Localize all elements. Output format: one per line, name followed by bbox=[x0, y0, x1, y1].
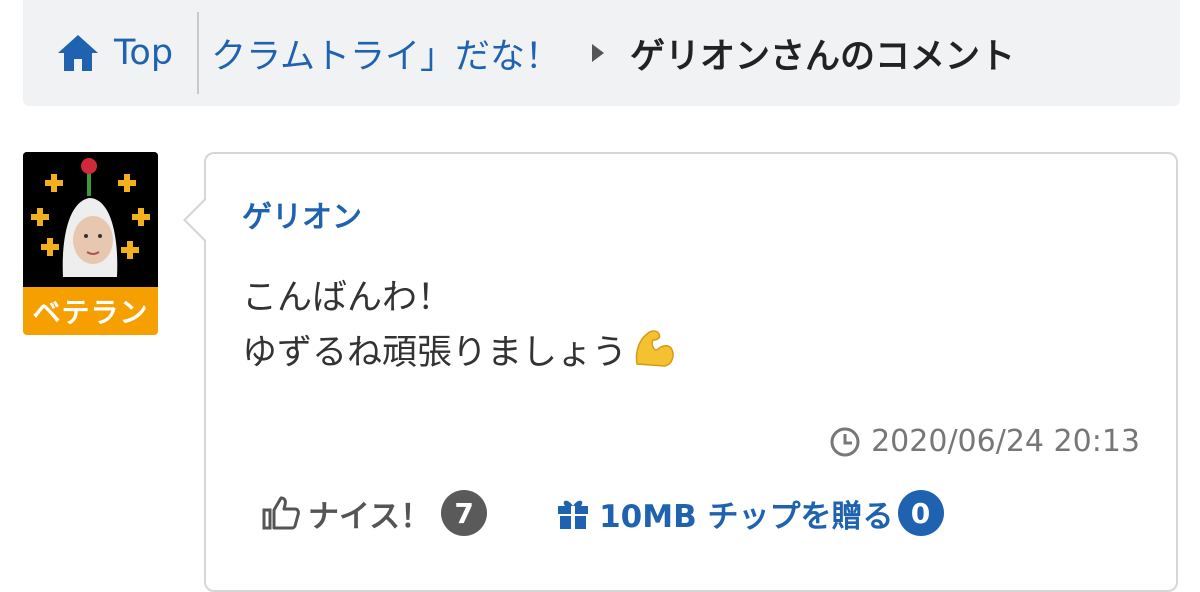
clock-icon bbox=[830, 427, 860, 456]
send-tip-button[interactable]: 10MB チップを贈る 0 bbox=[555, 490, 944, 536]
home-icon bbox=[58, 35, 98, 71]
flexed-biceps-icon bbox=[635, 330, 674, 367]
home-link[interactable]: Top bbox=[56, 33, 173, 73]
user-avatar-card[interactable]: ベテラン bbox=[23, 152, 158, 335]
bubble-tail bbox=[183, 197, 207, 243]
comment-line: こんばんわ！ bbox=[242, 278, 453, 318]
comment-timestamp: 2020/06/24 20:13 bbox=[829, 424, 1140, 459]
comment-bubble: ゲリオン こんばんわ！ ゆずるね頑張りましょう 2020/06/24 20:13… bbox=[183, 152, 1178, 592]
nice-label: ナイス！ bbox=[308, 498, 432, 535]
breadcrumb-current-page: ゲリオンさんのコメント bbox=[630, 36, 1016, 77]
tip-label: 10MB チップを贈る bbox=[599, 498, 894, 535]
gift-icon bbox=[558, 500, 589, 529]
avatar-image bbox=[23, 152, 158, 287]
tip-count-badge: 0 bbox=[897, 490, 944, 536]
breadcrumb-thread-link[interactable]: クラムトライ」だな！ bbox=[211, 28, 560, 79]
nice-button[interactable]: ナイス！ 7 bbox=[262, 490, 488, 536]
comment-body: こんばんわ！ ゆずるね頑張りましょう bbox=[242, 272, 677, 379]
author-name-link[interactable]: ゲリオン bbox=[242, 192, 362, 236]
comment-line: ゆずるね頑張りましょう bbox=[242, 324, 677, 379]
breadcrumb-divider bbox=[197, 12, 200, 94]
timestamp-text: 2020/06/24 20:13 bbox=[871, 424, 1140, 459]
home-link-label: Top bbox=[114, 33, 174, 73]
breadcrumb-arrow-icon bbox=[592, 44, 605, 62]
nice-count-badge: 7 bbox=[441, 490, 488, 536]
thumbs-up-icon bbox=[262, 496, 300, 530]
comment-line-text: ゆずるね頑張りましょう bbox=[242, 333, 628, 373]
comment-actions: ナイス！ 7 10MB チップを贈る 0 bbox=[262, 490, 944, 536]
breadcrumb: Top クラムトライ」だな！ ゲリオンさんのコメント bbox=[23, 0, 1180, 106]
rank-badge: ベテラン bbox=[23, 287, 158, 335]
